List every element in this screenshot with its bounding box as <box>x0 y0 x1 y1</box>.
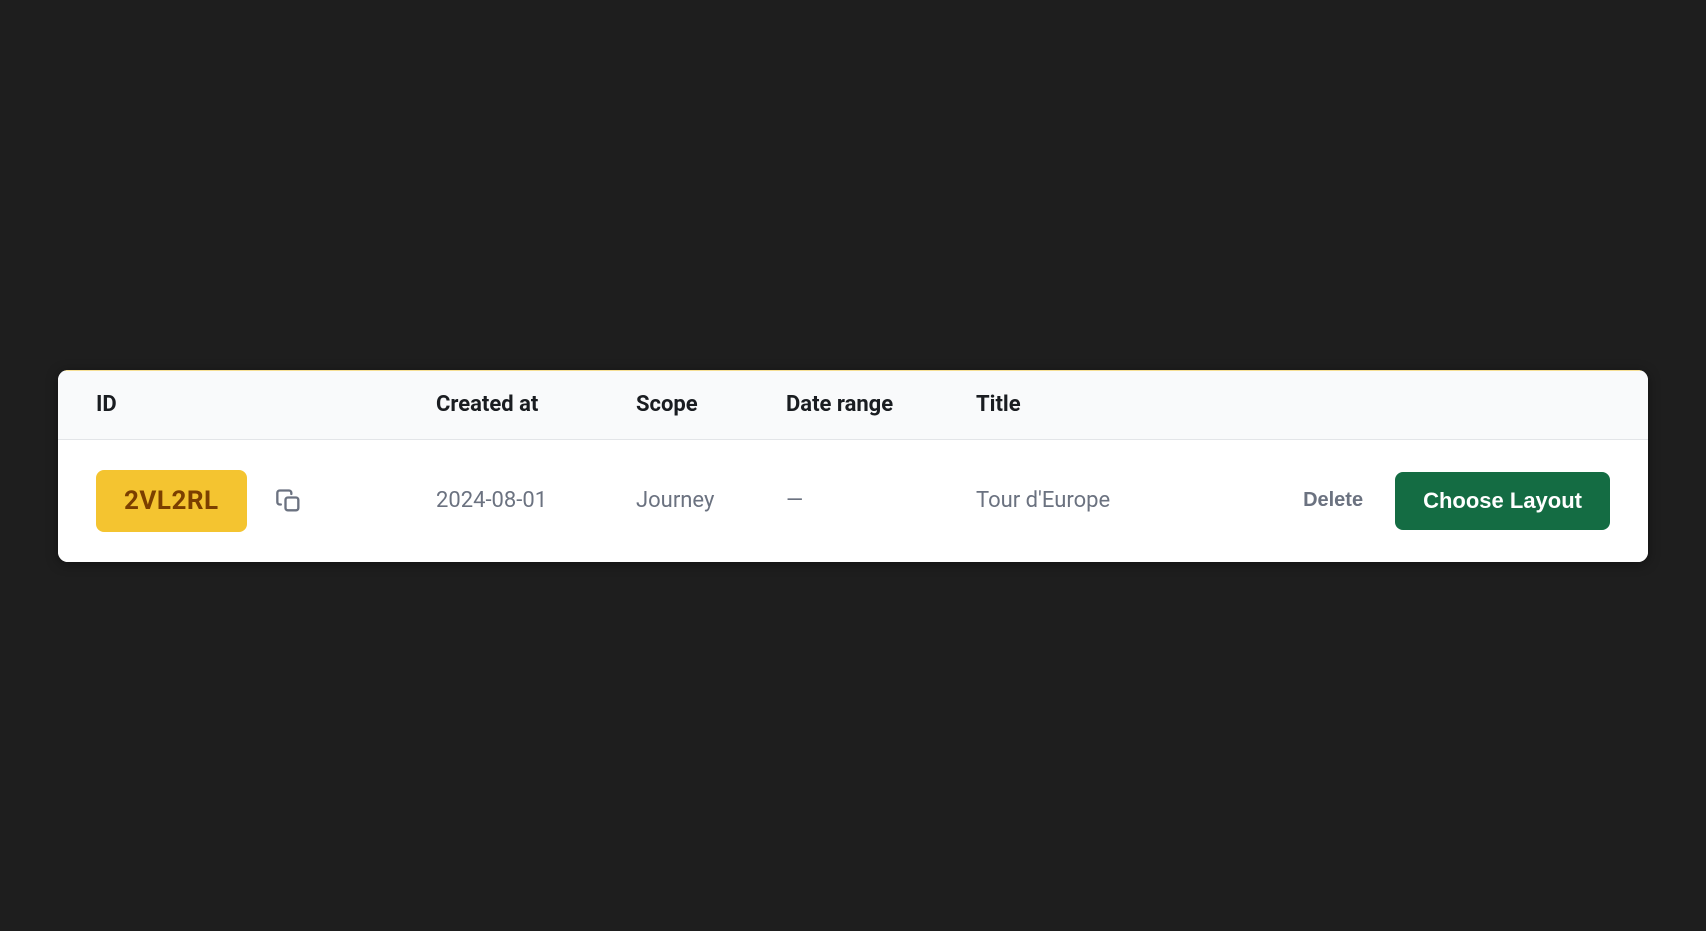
header-title: Title <box>976 392 1610 417</box>
choose-layout-button[interactable]: Choose Layout <box>1395 472 1610 530</box>
table-row: 2VL2RL 2024-08-01 Journey — Tour d'Europ… <box>58 440 1648 562</box>
cell-date-range: — <box>786 488 976 513</box>
row-actions: Delete Choose Layout <box>1303 472 1610 530</box>
delete-button[interactable]: Delete <box>1303 489 1363 512</box>
id-badge: 2VL2RL <box>96 470 247 532</box>
table-header-row: ID Created at Scope Date range Title <box>58 370 1648 440</box>
header-id: ID <box>96 392 436 417</box>
cell-title: Tour d'Europe <box>976 488 1303 513</box>
data-table-card: ID Created at Scope Date range Title 2VL… <box>58 370 1648 562</box>
header-scope: Scope <box>636 392 786 417</box>
cell-id: 2VL2RL <box>96 470 436 532</box>
copy-icon <box>275 487 303 515</box>
copy-id-button[interactable] <box>271 483 307 519</box>
header-date-range: Date range <box>786 392 976 417</box>
cell-scope: Journey <box>636 488 786 513</box>
header-created-at: Created at <box>436 392 636 417</box>
cell-created-at: 2024-08-01 <box>436 488 636 513</box>
